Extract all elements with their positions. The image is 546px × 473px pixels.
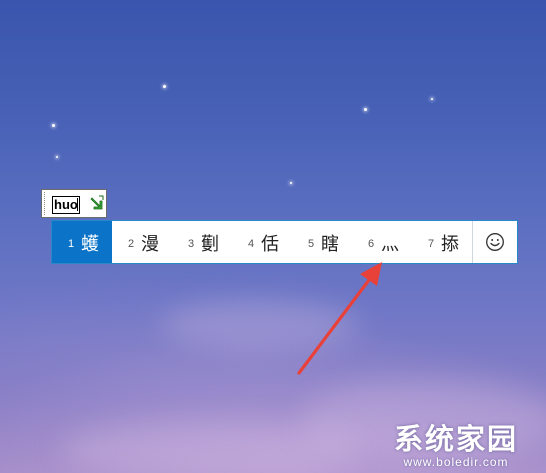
- cloud: [60, 420, 360, 473]
- ime-composition-window: huo: [41, 189, 107, 218]
- green-arrow-icon[interactable]: [89, 195, 104, 211]
- candidate-2[interactable]: 2 漫: [112, 221, 172, 263]
- watermark: 系统家园 www.boledir.com: [376, 423, 536, 469]
- watermark-url: www.boledir.com: [403, 455, 509, 469]
- candidate-1[interactable]: 1 蠖: [52, 221, 112, 263]
- ime-candidate-bar: 1 蠖 2 漫 3 劐 4 佸 5 瞎 6 灬 7 掭: [51, 220, 518, 264]
- candidate-4[interactable]: 4 佸: [232, 221, 292, 263]
- watermark-title: 系统家园: [393, 422, 518, 456]
- star: [52, 124, 55, 127]
- star: [290, 182, 292, 184]
- star: [163, 85, 166, 88]
- candidate-6[interactable]: 6 灬: [352, 221, 412, 263]
- smiley-icon: [486, 233, 504, 251]
- text-caret: [76, 198, 78, 211]
- emoji-button[interactable]: [472, 221, 517, 263]
- star: [56, 156, 58, 158]
- candidate-3[interactable]: 3 劐: [172, 221, 232, 263]
- star: [431, 98, 433, 100]
- candidate-5[interactable]: 5 瞎: [292, 221, 352, 263]
- star: [364, 108, 367, 111]
- drag-handle[interactable]: [44, 192, 49, 215]
- composition-text[interactable]: huo: [52, 196, 80, 214]
- candidate-7[interactable]: 7 掭: [412, 221, 472, 263]
- cloud: [160, 300, 360, 350]
